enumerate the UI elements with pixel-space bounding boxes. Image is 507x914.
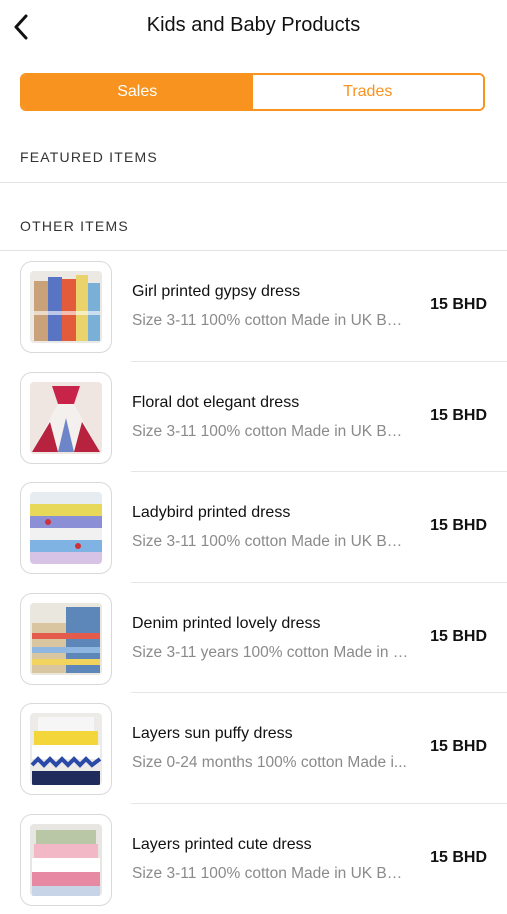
item-title: Girl printed gypsy dress: [132, 283, 422, 301]
dress-image-icon: [30, 603, 102, 675]
item-description: Size 3-11 100% cotton Made in UK BD ...: [132, 312, 413, 330]
dress-image-icon: [30, 824, 102, 896]
item-price: 15 BHD: [430, 517, 487, 535]
top-bar: Kids and Baby Products: [0, 0, 507, 56]
item-thumbnail: [20, 261, 112, 353]
item-title: Denim printed lovely dress: [132, 615, 422, 633]
dress-image-icon: [30, 713, 102, 785]
dress-image-icon: [30, 492, 102, 564]
list-item[interactable]: Layers sun puffy dress Size 0-24 months …: [0, 693, 507, 804]
divider: [0, 182, 507, 183]
item-description: Size 3-11 100% cotton Made in UK BD ...: [132, 423, 413, 441]
item-title: Floral dot elegant dress: [132, 394, 422, 412]
item-thumbnail: [20, 372, 112, 464]
item-description: Size 3-11 years 100% cotton Made in U...: [132, 644, 413, 662]
item-title: Layers sun puffy dress: [132, 725, 422, 743]
item-price: 15 BHD: [430, 407, 487, 425]
item-thumbnail: [20, 814, 112, 906]
item-price: 15 BHD: [430, 738, 487, 756]
dress-image-icon: [30, 382, 102, 454]
featured-items-heading: FEATURED ITEMS: [20, 149, 158, 165]
list-item[interactable]: Floral dot elegant dress Size 3-11 100% …: [0, 362, 507, 473]
list-item[interactable]: Denim printed lovely dress Size 3-11 yea…: [0, 583, 507, 694]
item-thumbnail: [20, 482, 112, 574]
page-title: Kids and Baby Products: [0, 14, 507, 37]
item-price: 15 BHD: [430, 296, 487, 314]
dress-image-icon: [30, 271, 102, 343]
item-thumbnail: [20, 703, 112, 795]
item-title: Layers printed cute dress: [132, 836, 422, 854]
list-item[interactable]: Ladybird printed dress Size 3-11 100% co…: [0, 472, 507, 583]
sales-trades-toggle: Sales Trades: [20, 73, 485, 111]
item-thumbnail: [20, 593, 112, 685]
tab-trades[interactable]: Trades: [253, 75, 484, 109]
item-price: 15 BHD: [430, 628, 487, 646]
item-price: 15 BHD: [430, 849, 487, 867]
item-title: Ladybird printed dress: [132, 504, 422, 522]
item-description: Size 3-11 100% cotton Made in UK BD ...: [132, 865, 413, 883]
item-description: Size 0-24 months 100% cotton Made i...: [132, 754, 413, 772]
item-description: Size 3-11 100% cotton Made in UK BD ...: [132, 533, 413, 551]
list-item[interactable]: Layers printed cute dress Size 3-11 100%…: [0, 804, 507, 914]
item-list: Girl printed gypsy dress Size 3-11 100% …: [0, 251, 507, 914]
list-item[interactable]: Girl printed gypsy dress Size 3-11 100% …: [0, 251, 507, 362]
tab-sales[interactable]: Sales: [22, 75, 253, 109]
other-items-heading: OTHER ITEMS: [20, 218, 129, 234]
